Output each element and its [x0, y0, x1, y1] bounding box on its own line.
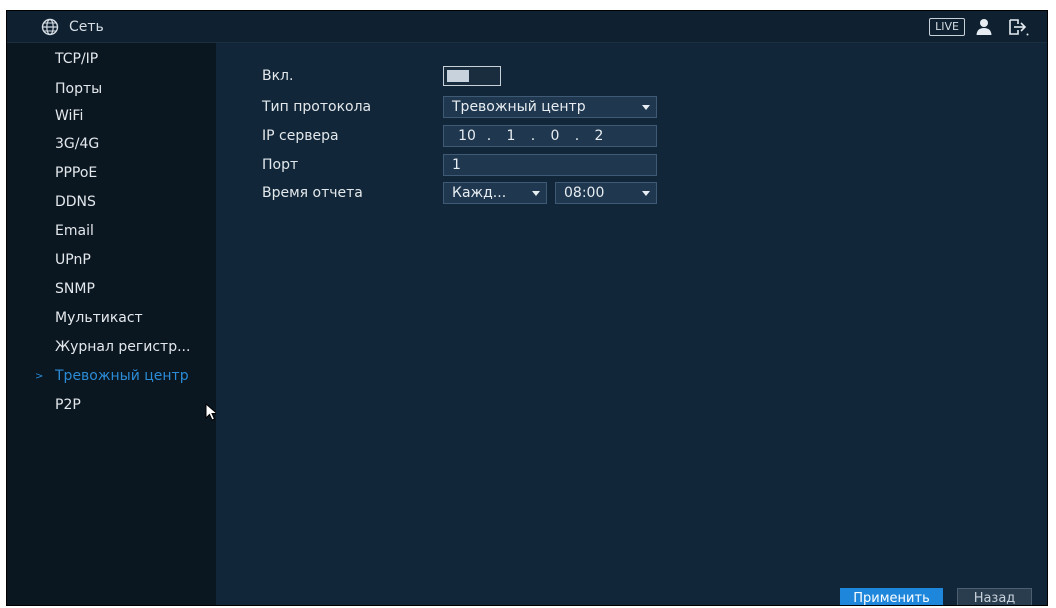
app-window: Сеть LIVE TCP/IP Порты WiFi 3G/4G PPPoE … — [6, 10, 1048, 606]
sidebar-item-alarm-center[interactable]: > Тревожный центр — [7, 362, 216, 391]
ip-separator: . — [530, 128, 536, 144]
sidebar-item-label: TCP/IP — [55, 51, 99, 67]
globe-icon — [41, 18, 59, 36]
ip-octet-4[interactable]: 2 — [583, 126, 615, 146]
sidebar-item-label: 3G/4G — [55, 136, 100, 152]
chevron-down-icon — [642, 105, 650, 110]
port-value: 1 — [452, 157, 461, 173]
protocol-type-label: Тип протокола — [262, 99, 372, 115]
report-time-value: 08:00 — [564, 185, 605, 201]
sidebar-item-pppoe[interactable]: PPPoE — [7, 159, 216, 188]
ip-octet-2[interactable]: 1 — [495, 126, 527, 146]
sidebar-item-label: WiFi — [55, 108, 84, 124]
sidebar-item-registration-log[interactable]: Журнал регистр... — [7, 333, 216, 362]
ip-octet-3[interactable]: 0 — [539, 126, 571, 146]
sidebar-item-label: Журнал регистр... — [55, 339, 191, 355]
sidebar-item-wifi[interactable]: WiFi — [7, 102, 216, 131]
main-panel: Вкл. Тип протокола Тревожный центр IP се… — [216, 43, 1047, 605]
logout-icon[interactable] — [1007, 18, 1029, 36]
report-period-select[interactable]: Кажд... — [443, 182, 547, 204]
user-icon[interactable] — [975, 18, 993, 36]
top-bar: Сеть LIVE — [7, 11, 1047, 43]
sidebar-item-snmp[interactable]: SNMP — [7, 275, 216, 304]
sidebar-item-p2p[interactable]: P2P — [7, 391, 216, 420]
page-title: Сеть — [69, 19, 104, 35]
sidebar-item-tcp-ip[interactable]: TCP/IP — [7, 45, 216, 74]
sidebar-item-label: P2P — [55, 397, 81, 413]
sidebar-item-label: Email — [55, 223, 94, 239]
sidebar-item-label: Тревожный центр — [55, 368, 189, 384]
sidebar-item-upnp[interactable]: UPnP — [7, 246, 216, 275]
report-time-label: Время отчета — [262, 185, 363, 201]
live-button[interactable]: LIVE — [929, 18, 965, 36]
ip-separator: . — [486, 128, 492, 144]
sidebar-item-label: SNMP — [55, 281, 95, 297]
chevron-right-icon: > — [35, 371, 44, 382]
ip-octet-1[interactable]: 10 — [451, 126, 483, 146]
page-header: Сеть — [41, 18, 104, 36]
protocol-type-value: Тревожный центр — [452, 99, 586, 115]
server-ip-label: IP сервера — [262, 128, 339, 144]
enable-label: Вкл. — [262, 68, 294, 84]
sidebar-item-multicast[interactable]: Мультикаст — [7, 304, 216, 333]
back-button[interactable]: Назад — [957, 588, 1032, 605]
chevron-down-icon — [642, 191, 650, 196]
apply-button[interactable]: Применить — [840, 588, 943, 605]
sidebar-item-label: Порты — [55, 81, 103, 97]
server-ip-input[interactable]: 10 . 1 . 0 . 2 — [443, 125, 657, 147]
sidebar-item-label: UPnP — [55, 252, 91, 268]
port-label: Порт — [262, 157, 299, 173]
sidebar-item-label: DDNS — [55, 194, 96, 210]
sidebar-item-email[interactable]: Email — [7, 217, 216, 246]
sidebar-item-3g-4g[interactable]: 3G/4G — [7, 130, 216, 159]
report-time-select[interactable]: 08:00 — [555, 182, 657, 204]
port-input[interactable]: 1 — [443, 154, 657, 176]
sidebar: TCP/IP Порты WiFi 3G/4G PPPoE DDNS Email… — [7, 43, 219, 605]
protocol-type-select[interactable]: Тревожный центр — [443, 96, 657, 118]
chevron-down-icon — [532, 191, 540, 196]
toggle-knob — [447, 70, 469, 82]
sidebar-item-ports[interactable]: Порты — [7, 75, 216, 104]
ip-separator: . — [574, 128, 580, 144]
enable-toggle[interactable] — [443, 66, 501, 86]
sidebar-item-label: Мультикаст — [55, 310, 143, 326]
report-period-value: Кажд... — [452, 185, 507, 201]
sidebar-item-label: PPPoE — [55, 165, 98, 181]
sidebar-item-ddns[interactable]: DDNS — [7, 188, 216, 217]
